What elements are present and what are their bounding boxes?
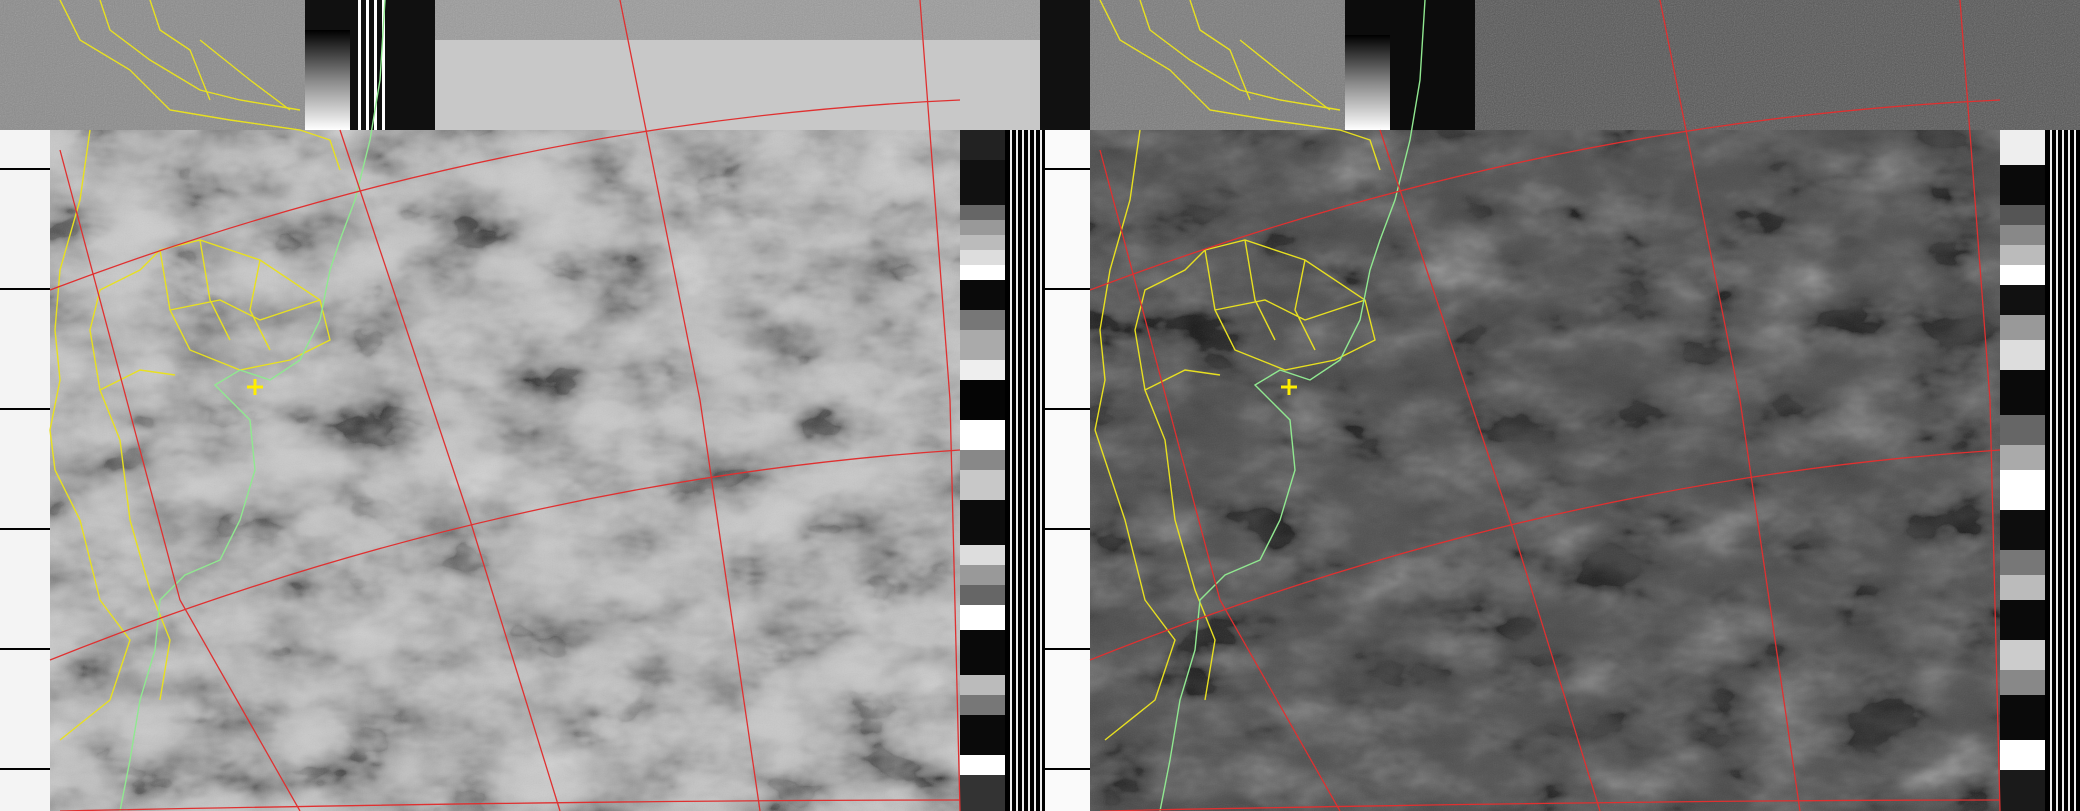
channel-a-panel xyxy=(0,0,1045,811)
channel-a-telemetry-wedges xyxy=(960,130,1045,811)
apt-satellite-image xyxy=(0,0,2080,811)
channel-b-telemetry-wedges xyxy=(2000,130,2080,811)
channel-b-panel xyxy=(1045,0,2080,811)
